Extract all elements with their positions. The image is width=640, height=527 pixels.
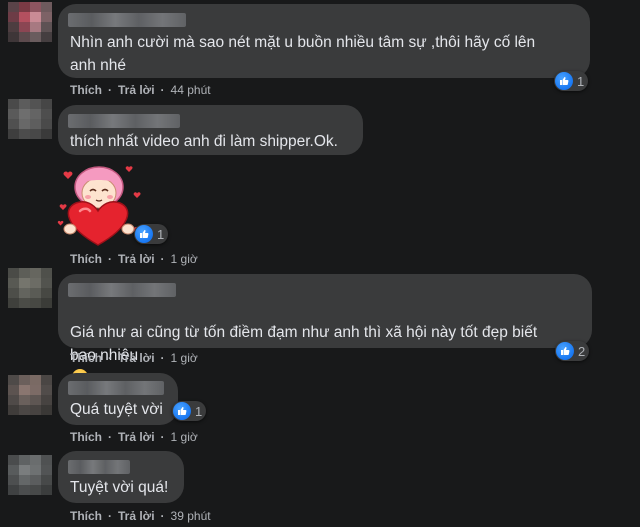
comment-bubble: Quá tuyệt vời <box>58 373 178 425</box>
avatar[interactable] <box>8 455 52 495</box>
comment-bubble: thích nhất video anh đi làm shipper.Ok. <box>58 105 363 155</box>
comment-timestamp[interactable]: 44 phút <box>171 83 211 97</box>
avatar[interactable] <box>8 268 52 308</box>
separator-dot: · <box>160 509 165 523</box>
reaction-count: 1 <box>195 403 203 419</box>
comment-text: Quá tuyệt vời <box>70 401 163 418</box>
separator-dot: · <box>108 509 112 523</box>
comment-text: thích nhất video anh đi làm shipper.Ok. <box>70 133 338 150</box>
reply-link[interactable]: Trả lời <box>118 430 155 444</box>
comment-bubble: Tuyệt vời quá! <box>58 451 184 503</box>
comment-actions: Thích · Trả lời · 1 giờ <box>70 351 198 365</box>
like-link[interactable]: Thích <box>70 351 102 365</box>
reaction-count-badge[interactable]: 1 <box>554 71 589 91</box>
commenter-name-blurred[interactable] <box>68 381 164 395</box>
separator-dot: · <box>160 83 165 97</box>
reaction-count: 2 <box>578 343 586 359</box>
reaction-count-badge[interactable]: 2 <box>555 341 590 361</box>
reply-link[interactable]: Trả lời <box>118 509 155 523</box>
comment-text: Tuyệt vời quá! <box>70 479 169 496</box>
comment-actions: Thích · Trả lời · 39 phút <box>70 509 211 523</box>
commenter-name-blurred[interactable] <box>68 460 130 474</box>
reply-link[interactable]: Trả lời <box>118 351 155 365</box>
like-reaction-icon <box>135 225 153 243</box>
commenter-name-blurred[interactable] <box>68 114 180 128</box>
avatar[interactable] <box>8 375 52 415</box>
reaction-count-badge[interactable]: 1 <box>134 224 169 244</box>
like-reaction-icon <box>173 402 191 420</box>
comment-bubble: Nhìn anh cười mà sao nét mặt u buồn nhiề… <box>58 4 590 78</box>
separator-dot: · <box>160 430 165 444</box>
comment-text: Nhìn anh cười mà sao nét mặt u buồn nhiề… <box>70 34 536 74</box>
reply-link[interactable]: Trả lời <box>118 83 155 97</box>
separator-dot: · <box>108 83 112 97</box>
separator-dot: · <box>108 430 112 444</box>
reaction-count: 1 <box>157 226 165 242</box>
commenter-name-blurred[interactable] <box>68 13 186 27</box>
like-link[interactable]: Thích <box>70 252 102 266</box>
reply-link[interactable]: Trả lời <box>118 252 155 266</box>
avatar[interactable] <box>8 2 52 42</box>
separator-dot: · <box>160 252 165 266</box>
separator-dot: · <box>108 252 112 266</box>
comment-timestamp[interactable]: 1 giờ <box>171 430 198 444</box>
comment-actions: Thích · Trả lời · 1 giờ <box>70 252 198 266</box>
comment-actions: Thích · Trả lời · 44 phút <box>70 83 211 97</box>
comment-bubble: Giá như ai cũng từ tốn điềm đạm như anh … <box>58 274 592 385</box>
like-link[interactable]: Thích <box>70 509 102 523</box>
separator-dot: · <box>160 351 165 365</box>
like-link[interactable]: Thích <box>70 430 102 444</box>
reaction-count-badge[interactable]: 1 <box>172 401 207 421</box>
reaction-count: 1 <box>577 73 585 89</box>
avatar[interactable] <box>8 99 52 139</box>
heart-hug-girl-sticker[interactable] <box>56 163 142 247</box>
like-reaction-icon <box>556 342 574 360</box>
comment-timestamp[interactable]: 1 giờ <box>171 351 198 365</box>
comment-timestamp[interactable]: 39 phút <box>171 509 211 523</box>
like-link[interactable]: Thích <box>70 83 102 97</box>
comment-timestamp[interactable]: 1 giờ <box>171 252 198 266</box>
separator-dot: · <box>108 351 112 365</box>
like-reaction-icon <box>555 72 573 90</box>
commenter-name-blurred[interactable] <box>68 283 176 297</box>
comment-actions: Thích · Trả lời · 1 giờ <box>70 430 198 444</box>
